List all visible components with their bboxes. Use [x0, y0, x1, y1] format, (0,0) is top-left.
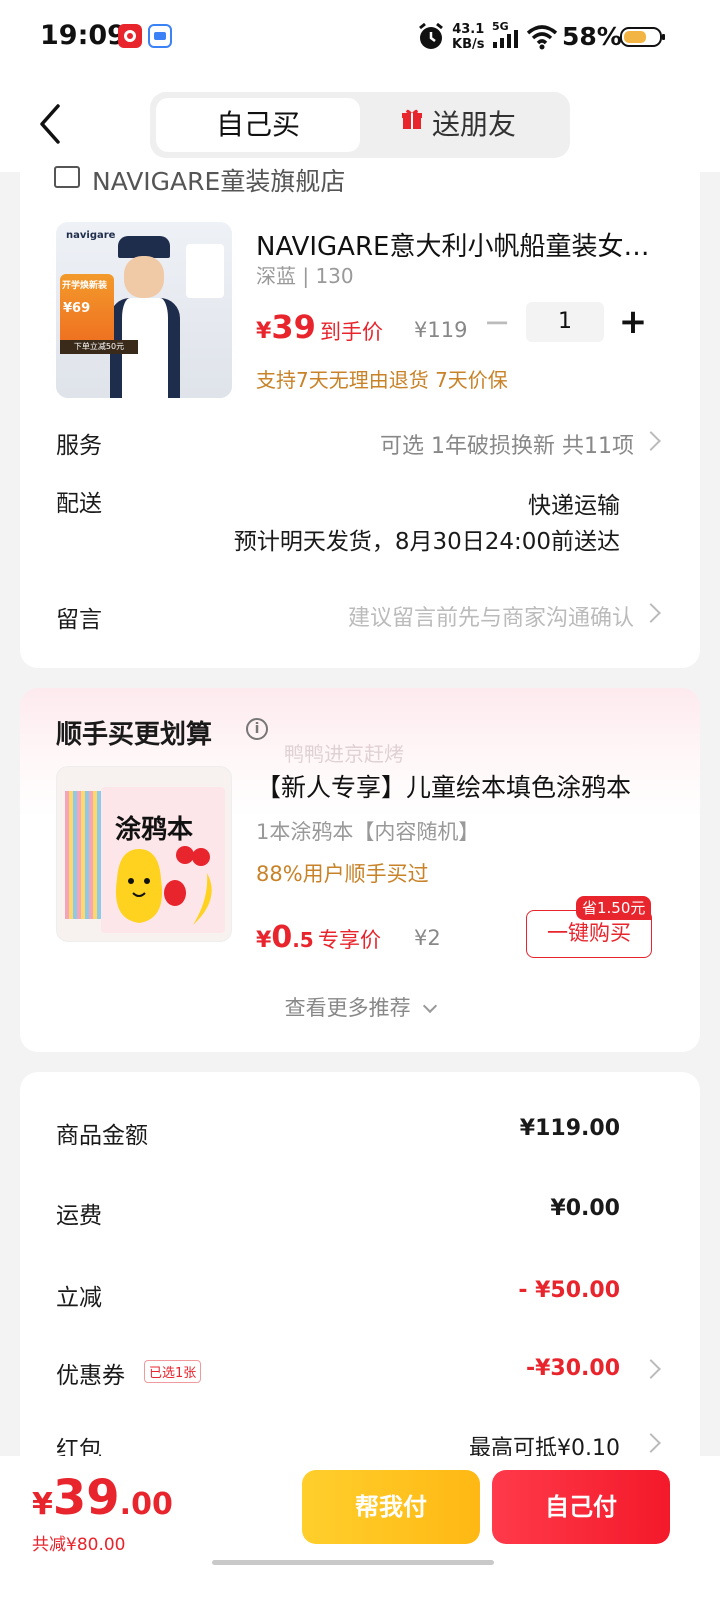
info-icon[interactable]: i — [246, 718, 268, 740]
status-bar: 19:09 43.1 KB/s 5G 58% — [0, 0, 720, 76]
price-tag: 到手价 — [320, 320, 383, 344]
price-int: 0 — [271, 920, 293, 955]
fabric-swatch — [186, 244, 224, 298]
battery-icon — [620, 26, 666, 52]
recommend-product-image[interactable]: 涂鸦本 — [56, 766, 232, 942]
product-title[interactable]: NAVIGARE意大利小帆船童装女… — [256, 226, 656, 263]
message-app-icon — [148, 24, 172, 48]
net-speed-value: 43.1 — [452, 22, 485, 37]
recommend-card: 顺手买更划算 i 鸭鸭进京赶烤 涂鸦本 【新人专享】儿童绘本填色涂鸦本 1本涂鸦… — [20, 688, 700, 1052]
net-speed: 43.1 KB/s — [452, 22, 484, 52]
service-promise: 支持7天无理由退货 7天价保 — [256, 368, 508, 392]
pay-button[interactable]: 自己付 — [492, 1470, 670, 1544]
service-label: 服务 — [56, 433, 102, 459]
fee-value: ¥119.00 — [519, 1116, 620, 1141]
home-indicator[interactable] — [212, 1560, 494, 1565]
app-notification-icon — [118, 24, 142, 48]
tab-send-to-friend[interactable]: 送朋友 — [432, 98, 516, 152]
net-speed-unit: KB/s — [452, 37, 485, 52]
recommend-price-tag: 专享价 — [318, 928, 381, 952]
delivery-eta: 预计明天发货，8月30日24:00前送达 — [233, 529, 620, 555]
fee-label: 运费 — [56, 1203, 102, 1229]
product-spec[interactable]: 深蓝 | 130 — [256, 260, 354, 289]
chevron-right-icon — [641, 1359, 661, 1379]
recommend-title: 顺手买更划算 — [56, 720, 213, 750]
fee-value: - ¥50.00 — [518, 1278, 620, 1303]
delivery-label: 配送 — [56, 491, 102, 517]
quantity-input[interactable]: 1 — [526, 302, 604, 342]
fruit-illustration — [115, 846, 212, 925]
fee-label: 优惠券 — [56, 1363, 125, 1389]
store-icon — [54, 166, 80, 188]
promo-banner-text: 开学焕新装 — [62, 281, 108, 291]
back-button[interactable] — [30, 98, 74, 150]
see-more-button[interactable]: 查看更多推荐 — [20, 992, 700, 1022]
total-int: 39 — [52, 1470, 120, 1526]
wifi-icon — [526, 24, 558, 54]
message-label: 留言 — [56, 607, 102, 633]
recommend-price: ¥0.5 — [256, 920, 314, 955]
save-badge: 省1.50元 — [576, 896, 652, 920]
total-dec: .00 — [119, 1487, 173, 1522]
fee-label: 立减 — [56, 1285, 102, 1311]
price-dec: .5 — [292, 928, 314, 952]
total-saved: 共减¥80.00 — [32, 1535, 126, 1555]
promo-price-text: ¥69 — [63, 301, 91, 316]
price-currency: ¥ — [256, 928, 272, 953]
product-price: ¥39 — [256, 308, 316, 346]
see-more-label: 查看更多推荐 — [284, 996, 411, 1020]
total-currency: ¥ — [32, 1487, 53, 1522]
chevron-right-icon — [641, 1433, 661, 1453]
purchase-mode-switch: 自己买 送朋友 — [150, 92, 570, 158]
face-shape — [124, 256, 164, 298]
watermark: 鸭鸭进京赶烤 — [284, 742, 404, 766]
top-header: 自己买 送朋友 — [0, 76, 720, 172]
order-card: NAVIGARE童装旗舰店 navigare 开学焕新装 ¥69 下单立减50元… — [20, 166, 700, 668]
message-input[interactable]: 建议留言前先与商家沟通确认 — [348, 600, 634, 632]
recommend-product-stat: 88%用户顺手买过 — [256, 862, 429, 886]
price-currency: ¥ — [256, 319, 272, 344]
fee-value: ¥0.00 — [550, 1196, 620, 1221]
recommend-original-price: ¥2 — [414, 926, 441, 950]
coupon-selected-tag: 已选1张 — [144, 1360, 202, 1383]
bottom-checkout-bar: ¥39.00 共减¥80.00 帮我付 自己付 — [0, 1456, 720, 1600]
price-value: 39 — [271, 308, 316, 346]
fee-summary-card: 商品金额 ¥119.00 运费 ¥0.00 立减 - ¥50.00 优惠券 已选… — [20, 1072, 700, 1472]
chevron-right-icon — [641, 603, 661, 623]
product-image-brand: navigare — [66, 230, 116, 241]
quantity-increase-button[interactable]: + — [616, 300, 650, 344]
ask-friend-pay-button[interactable]: 帮我付 — [302, 1470, 480, 1544]
promo-strip-text: 下单立减50元 — [60, 340, 138, 354]
delivery-method: 快递运输 — [528, 493, 620, 519]
chevron-left-icon — [40, 104, 60, 144]
alarm-icon — [416, 22, 446, 56]
original-price: ¥119 — [414, 318, 468, 342]
store-name[interactable]: NAVIGARE童装旗舰店 — [92, 162, 345, 198]
battery-percent: 58% — [562, 22, 622, 51]
recommend-product-sub: 1本涂鸦本【内容随机】 — [256, 820, 480, 844]
service-value[interactable]: 可选 1年破损换新 共11项 — [380, 428, 634, 460]
tab-buy-for-self[interactable]: 自己买 — [156, 98, 360, 152]
cellular-signal-icon: 5G — [492, 20, 518, 48]
status-time: 19:09 — [40, 20, 126, 51]
cap-shape — [118, 236, 170, 258]
total-price: ¥39.00 — [32, 1470, 173, 1526]
fee-label: 商品金额 — [56, 1123, 148, 1149]
gift-icon — [400, 107, 424, 131]
recommend-product-name[interactable]: 【新人专享】儿童绘本填色涂鸦本 — [256, 768, 631, 804]
chevron-down-icon — [423, 998, 438, 1014]
quantity-decrease-button[interactable]: − — [482, 302, 512, 342]
chevron-right-icon — [641, 431, 661, 451]
coupon-value[interactable]: -¥30.00 — [526, 1356, 620, 1381]
product-image[interactable]: navigare 开学焕新装 ¥69 下单立减50元 — [56, 222, 232, 398]
